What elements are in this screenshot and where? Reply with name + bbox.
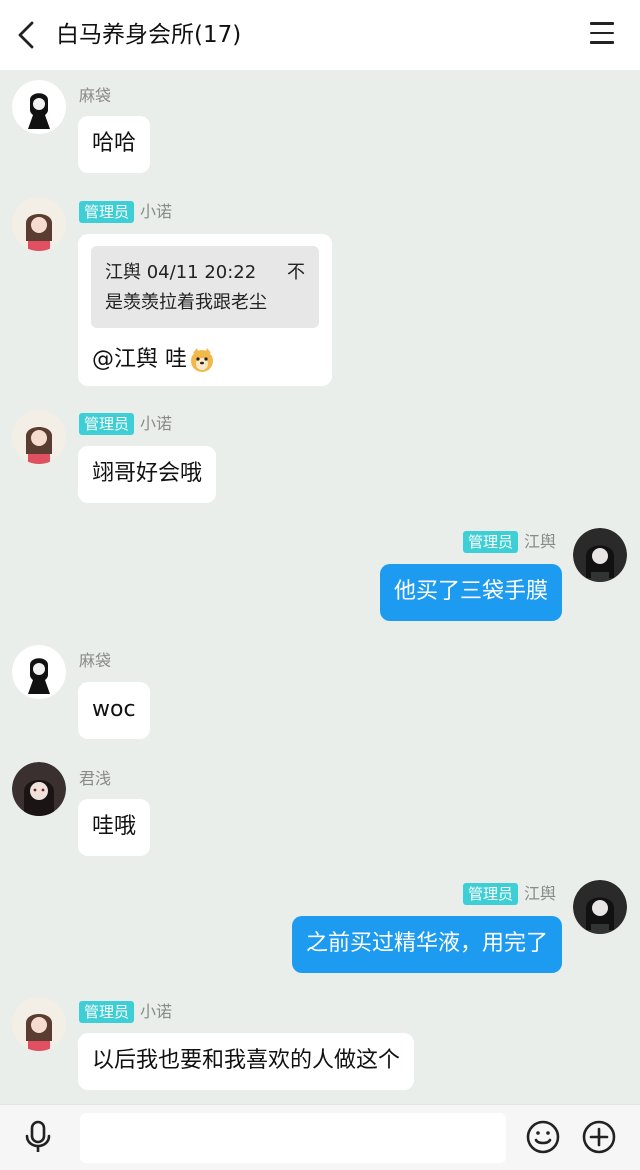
sender-name: 江舆 (523, 532, 556, 551)
admin-badge: 管理员 (79, 201, 135, 223)
sender-meta: 管理员 江舆 (462, 528, 556, 553)
message-text: @江舆 哇 (92, 347, 187, 372)
doge-emoji-icon (191, 348, 213, 372)
message-bubble[interactable]: 翊哥好会哦 (78, 446, 217, 503)
chat-header: 白马养身会所(17) (0, 0, 640, 70)
sender-meta: 管理员 小诺 (79, 410, 172, 435)
message-bubble-self[interactable]: 他买了三袋手膜 (379, 564, 562, 621)
message-text-row: @江舆 哇 (92, 340, 215, 380)
quoted-message[interactable]: 江舆 04/11 20:22 不 是羡羡拉着我跟老尘 (91, 246, 319, 328)
quote-author-time: 江舆 04/11 20:22 (105, 262, 257, 283)
admin-badge: 管理员 (462, 531, 518, 553)
message-bubble[interactable]: 以后我也要和我喜欢的人做这个 (78, 1033, 415, 1090)
sender-name: 小诺 (140, 1002, 173, 1021)
avatar[interactable] (12, 645, 66, 699)
avatar[interactable] (12, 997, 66, 1051)
sender-name: 小诺 (140, 414, 173, 433)
message-input[interactable] (80, 1113, 506, 1163)
sender-name: 君浅 (79, 769, 112, 788)
avatar[interactable] (12, 197, 66, 251)
avatar[interactable] (573, 528, 627, 582)
sender-meta: 管理员 江舆 (462, 880, 556, 905)
menu-icon[interactable] (590, 22, 614, 46)
message-bubble[interactable]: 哈哈 (78, 116, 151, 173)
chat-title: 白马养身会所(17) (56, 22, 242, 48)
sender-name: 麻袋 (79, 651, 112, 670)
message-bubble[interactable]: woc (78, 682, 150, 739)
quote-text: 是羡羡拉着我跟老尘 (105, 292, 267, 313)
message-bubble-self[interactable]: 之前买过精华液，用完了 (291, 916, 562, 973)
avatar[interactable] (12, 762, 66, 816)
back-arrow-icon[interactable] (14, 20, 40, 50)
avatar[interactable] (573, 880, 627, 934)
admin-badge: 管理员 (462, 883, 518, 905)
sender-name: 江舆 (523, 884, 556, 903)
sender-meta: 管理员 小诺 (79, 998, 172, 1023)
microphone-icon[interactable] (20, 1119, 56, 1155)
avatar[interactable] (12, 410, 66, 464)
quote-trailing-char: 不 (287, 262, 305, 283)
admin-badge: 管理员 (79, 413, 135, 435)
sender-name: 小诺 (140, 202, 173, 221)
emoji-icon[interactable] (525, 1119, 561, 1155)
input-bar (0, 1104, 640, 1170)
avatar[interactable] (12, 80, 66, 134)
sender-name: 麻袋 (79, 86, 112, 105)
message-bubble[interactable]: 哇哦 (78, 799, 151, 856)
add-icon[interactable] (581, 1119, 617, 1155)
sender-meta: 管理员 小诺 (79, 198, 172, 223)
admin-badge: 管理员 (79, 1001, 135, 1023)
